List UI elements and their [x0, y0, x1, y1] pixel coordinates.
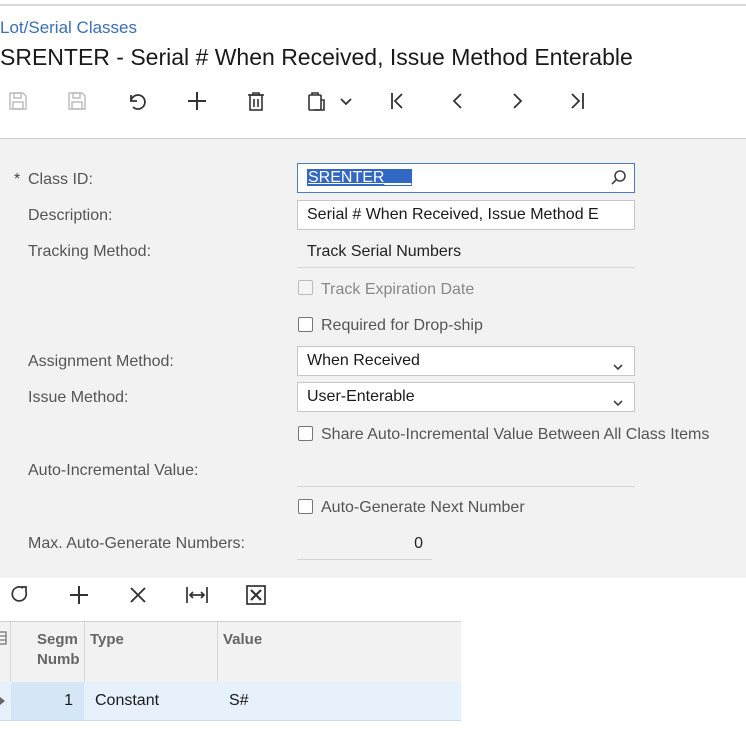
- refresh-button[interactable]: [2, 578, 38, 612]
- save-close-icon: [7, 90, 29, 112]
- grid-header: Segm Numb Type Value: [0, 622, 461, 683]
- previous-icon: [447, 90, 469, 112]
- class-id-label: Class ID:: [28, 171, 93, 188]
- share-auto-incremental-label: Share Auto-Incremental Value Between All…: [321, 426, 710, 443]
- segments-grid: Segm Numb Type Value 1 Constant S#: [0, 621, 461, 722]
- clipboard-button[interactable]: [298, 84, 334, 118]
- max-auto-generate-underline: [297, 559, 432, 560]
- column-separator: [217, 622, 218, 682]
- undo-icon: [126, 90, 148, 112]
- column-header-value[interactable]: Value: [223, 630, 262, 650]
- export-excel-button[interactable]: [238, 578, 274, 612]
- assignment-method-value: When Received: [307, 352, 420, 369]
- save-button[interactable]: [59, 84, 95, 118]
- fit-columns-button[interactable]: [179, 578, 215, 612]
- add-button[interactable]: [179, 84, 215, 118]
- breadcrumb[interactable]: Lot/Serial Classes: [0, 18, 137, 38]
- auto-generate-label: Auto-Generate Next Number: [321, 499, 525, 516]
- grid-toolbar: [0, 578, 746, 614]
- class-id-value: SRENTER___: [307, 169, 413, 186]
- assignment-method-select[interactable]: When Received: [297, 346, 635, 376]
- clipboard-dropdown-button[interactable]: [330, 84, 362, 118]
- tracking-method-value: Track Serial Numbers: [307, 243, 462, 260]
- auto-generate-checkbox[interactable]: [298, 499, 313, 514]
- issue-method-label: Issue Method:: [28, 389, 129, 406]
- delete-row-icon: [128, 585, 148, 605]
- next-record-button[interactable]: [499, 84, 535, 118]
- form-area: * Class ID: SRENTER___ Description: Seri…: [0, 138, 746, 579]
- add-row-icon: [68, 584, 90, 606]
- main-toolbar: [0, 84, 746, 118]
- last-record-button[interactable]: [558, 84, 594, 118]
- auto-incremental-label: Auto-Incremental Value:: [28, 462, 199, 479]
- description-field[interactable]: Serial # When Received, Issue Method E: [297, 200, 635, 230]
- issue-method-value: User-Enterable: [307, 388, 415, 405]
- max-auto-generate-label: Max. Auto-Generate Numbers:: [28, 535, 245, 552]
- next-icon: [506, 90, 528, 112]
- save-close-button[interactable]: [0, 84, 36, 118]
- tracking-method-label: Tracking Method:: [28, 243, 152, 260]
- column-separator: [10, 622, 11, 682]
- assignment-method-label: Assignment Method:: [28, 353, 174, 370]
- required-dropship-label: Required for Drop-ship: [321, 317, 483, 334]
- table-row[interactable]: 1 Constant S#: [0, 682, 461, 721]
- add-row-button[interactable]: [61, 578, 97, 612]
- share-auto-incremental-checkbox[interactable]: [298, 426, 313, 441]
- first-record-button[interactable]: [380, 84, 416, 118]
- delete-row-button[interactable]: [120, 578, 156, 612]
- first-icon: [387, 90, 409, 112]
- delete-button[interactable]: [238, 84, 274, 118]
- auto-incremental-underline: [297, 486, 635, 487]
- last-icon: [565, 90, 587, 112]
- undo-button[interactable]: [119, 84, 155, 118]
- chevron-down-icon: [612, 355, 624, 375]
- description-label: Description:: [28, 207, 113, 224]
- column-header-segment[interactable]: Segm Numb: [37, 630, 82, 670]
- row-indicator-icon: [0, 694, 6, 712]
- fit-columns-icon: [185, 584, 209, 606]
- column-settings-icon[interactable]: [0, 630, 8, 651]
- max-auto-generate-value[interactable]: 0: [297, 535, 423, 553]
- add-icon: [186, 90, 208, 112]
- column-separator: [84, 622, 85, 682]
- required-mark: *: [14, 171, 21, 188]
- tracking-method-underline: [297, 267, 635, 268]
- page-title: SRENTER - Serial # When Received, Issue …: [0, 44, 633, 70]
- chevron-down-icon: [612, 391, 624, 411]
- class-id-field[interactable]: SRENTER___: [297, 163, 635, 193]
- issue-method-select[interactable]: User-Enterable: [297, 382, 635, 412]
- delete-icon: [245, 90, 267, 112]
- column-header-type[interactable]: Type: [90, 630, 124, 650]
- refresh-icon: [9, 584, 31, 606]
- top-border: [0, 4, 746, 6]
- search-icon[interactable]: [610, 169, 628, 192]
- export-excel-icon: [245, 584, 267, 606]
- cell-segment[interactable]: 1: [11, 682, 73, 720]
- required-dropship-checkbox[interactable]: [298, 317, 313, 332]
- cell-type[interactable]: Constant: [95, 682, 159, 720]
- clipboard-icon: [305, 90, 327, 112]
- previous-record-button[interactable]: [440, 84, 476, 118]
- track-expiration-checkbox[interactable]: [298, 280, 313, 295]
- track-expiration-label: Track Expiration Date: [321, 281, 475, 298]
- chevron-down-icon: [339, 94, 353, 108]
- save-icon: [66, 90, 88, 112]
- cell-value[interactable]: S#: [229, 682, 249, 720]
